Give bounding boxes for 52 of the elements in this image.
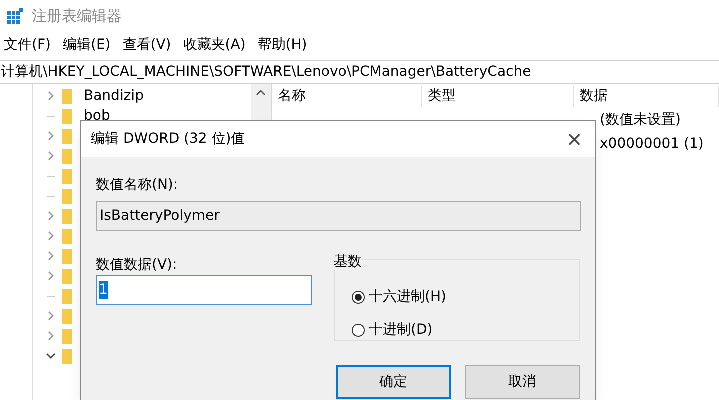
folder-icon [62,228,72,244]
expand-chevron-icon[interactable] [46,251,56,261]
address-bar[interactable]: 计算机\HKEY_LOCAL_MACHINE\SOFTWARE\Lenovo\PCManager\BatteryCache [0,62,532,82]
folder-icon [62,268,72,284]
folder-icon [62,188,72,204]
radio-button[interactable] [352,291,365,304]
value-data-label: 数值数据(V): [96,256,178,275]
folder-icon [62,168,72,184]
expand-chevron-icon[interactable] [46,271,56,281]
dialog-title: 编辑 DWORD (32 位)值 [91,130,246,148]
data-cell-text: x00000001 (1) [600,134,704,154]
folder-icon [62,348,72,364]
menu-item[interactable]: 帮助(H) [256,34,310,56]
radio-label[interactable]: 十六进制(H) [369,287,446,308]
folder-icon [62,88,72,104]
expand-chevron-icon[interactable] [46,211,56,221]
expand-chevron-icon[interactable] [46,151,56,161]
expand-chevron-icon[interactable] [46,331,56,341]
registry-grid-icon [6,7,24,25]
menu-item[interactable]: 文件(F) [2,34,53,56]
close-button[interactable]: × [566,129,583,149]
folder-icon [62,108,72,124]
folder-icon [62,248,72,264]
folder-icon [62,128,72,144]
data-cell-text: (数值未设置) [600,110,681,130]
radio-button[interactable] [352,324,365,337]
expand-chevron-icon[interactable] [46,231,56,241]
value-name-field[interactable]: IsBatteryPolymer [96,201,581,231]
folder-icon [62,328,72,344]
column-header[interactable]: 名称 [272,86,422,106]
tree-item-label[interactable]: Bandizip [84,86,144,106]
folder-icon [62,308,72,324]
expand-chevron-icon[interactable] [46,311,56,321]
folder-icon [62,208,72,224]
expand-chevron-icon[interactable] [46,131,56,141]
value-name-label: 数值名称(N): [96,176,180,195]
value-data-field[interactable]: 1 [96,275,312,305]
column-header[interactable]: 类型 [422,86,574,106]
collapse-chevron-icon[interactable] [46,353,56,359]
column-header[interactable]: 数据 [574,86,719,106]
menu-item[interactable]: 查看(V) [120,34,174,56]
window-title: 注册表编辑器 [32,6,122,27]
cancel-button[interactable]: 取消 [465,365,580,399]
folder-icon [62,288,72,304]
radio-label[interactable]: 十进制(D) [369,320,433,341]
ok-button[interactable]: 确定 [336,365,451,399]
menu-item[interactable]: 编辑(E) [60,34,113,56]
scroll-up-icon[interactable] [256,90,266,96]
base-group-label: 基数 [334,254,362,270]
expand-chevron-icon[interactable] [46,91,56,101]
folder-icon [62,148,72,164]
menu-item[interactable]: 收藏夹(A) [181,34,248,56]
